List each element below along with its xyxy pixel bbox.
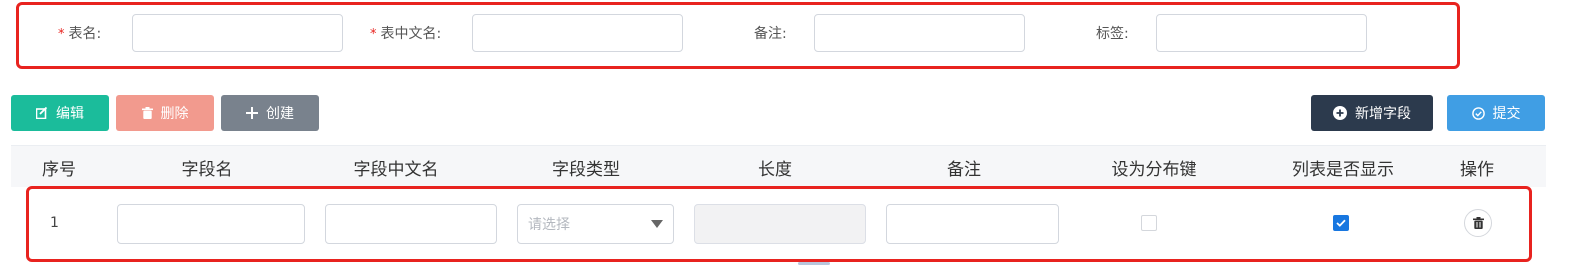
plus-icon	[246, 107, 258, 119]
column-header-actions: 操作	[1460, 160, 1494, 180]
column-header-show-in-list: 列表是否显示	[1292, 160, 1394, 180]
tag-label: 标签:	[1096, 26, 1129, 42]
show-in-list-checkbox[interactable]	[1333, 215, 1349, 231]
edit-button[interactable]: 编辑	[11, 95, 109, 131]
column-header-field-cn-name: 字段中文名	[353, 160, 439, 180]
caret-down-icon	[651, 220, 663, 228]
remark-row-input[interactable]	[886, 204, 1059, 244]
trash-icon	[1472, 217, 1484, 229]
row-index: 1	[50, 215, 59, 231]
table-header: 序号 字段名 字段中文名 字段类型 长度 备注 设为分布键 列表是否显示 操作	[11, 145, 1546, 187]
page: * 表名: * 表中文名: 备注: 标签: 编辑 删除 创建 新增字段 提交 序…	[0, 0, 1570, 265]
check-circle-icon	[1471, 106, 1485, 120]
required-mark: *	[58, 27, 65, 42]
field-cn-name-input[interactable]	[325, 204, 497, 244]
table-name-input[interactable]	[132, 14, 343, 52]
field-type-placeholder: 请选择	[528, 217, 570, 233]
column-header-remark: 备注	[947, 160, 981, 180]
column-header-distribution-key: 设为分布键	[1111, 160, 1197, 180]
field-type-select[interactable]: 请选择	[517, 204, 674, 244]
delete-button-label: 删除	[160, 106, 189, 122]
column-header-index: 序号	[42, 160, 76, 180]
delete-button[interactable]: 删除	[116, 95, 214, 131]
submit-button-label: 提交	[1492, 106, 1521, 122]
edit-icon	[36, 107, 48, 119]
column-header-field-name: 字段名	[181, 160, 233, 180]
trash-icon	[141, 107, 153, 119]
length-input-disabled	[694, 204, 866, 244]
required-mark: *	[370, 27, 377, 42]
distribution-key-checkbox[interactable]	[1141, 215, 1157, 231]
create-button[interactable]: 创建	[221, 95, 319, 131]
column-header-field-type: 字段类型	[552, 160, 620, 180]
add-field-button-label: 新增字段	[1355, 106, 1411, 122]
table-name-label: * 表名:	[58, 26, 102, 42]
create-button-label: 创建	[266, 106, 294, 122]
remark-label: 备注:	[754, 26, 787, 42]
field-name-input[interactable]	[117, 204, 305, 244]
submit-button[interactable]: 提交	[1447, 95, 1545, 131]
add-field-button[interactable]: 新增字段	[1311, 95, 1433, 131]
table-cn-name-label: * 表中文名:	[370, 26, 442, 42]
table-cn-name-input[interactable]	[472, 14, 683, 52]
tag-input[interactable]	[1156, 14, 1367, 52]
edit-button-label: 编辑	[56, 106, 84, 122]
plus-circle-icon	[1333, 106, 1347, 120]
remark-input[interactable]	[814, 14, 1025, 52]
column-header-length: 长度	[758, 160, 792, 180]
checkmark-icon	[1336, 219, 1346, 227]
delete-row-button[interactable]	[1464, 209, 1492, 237]
